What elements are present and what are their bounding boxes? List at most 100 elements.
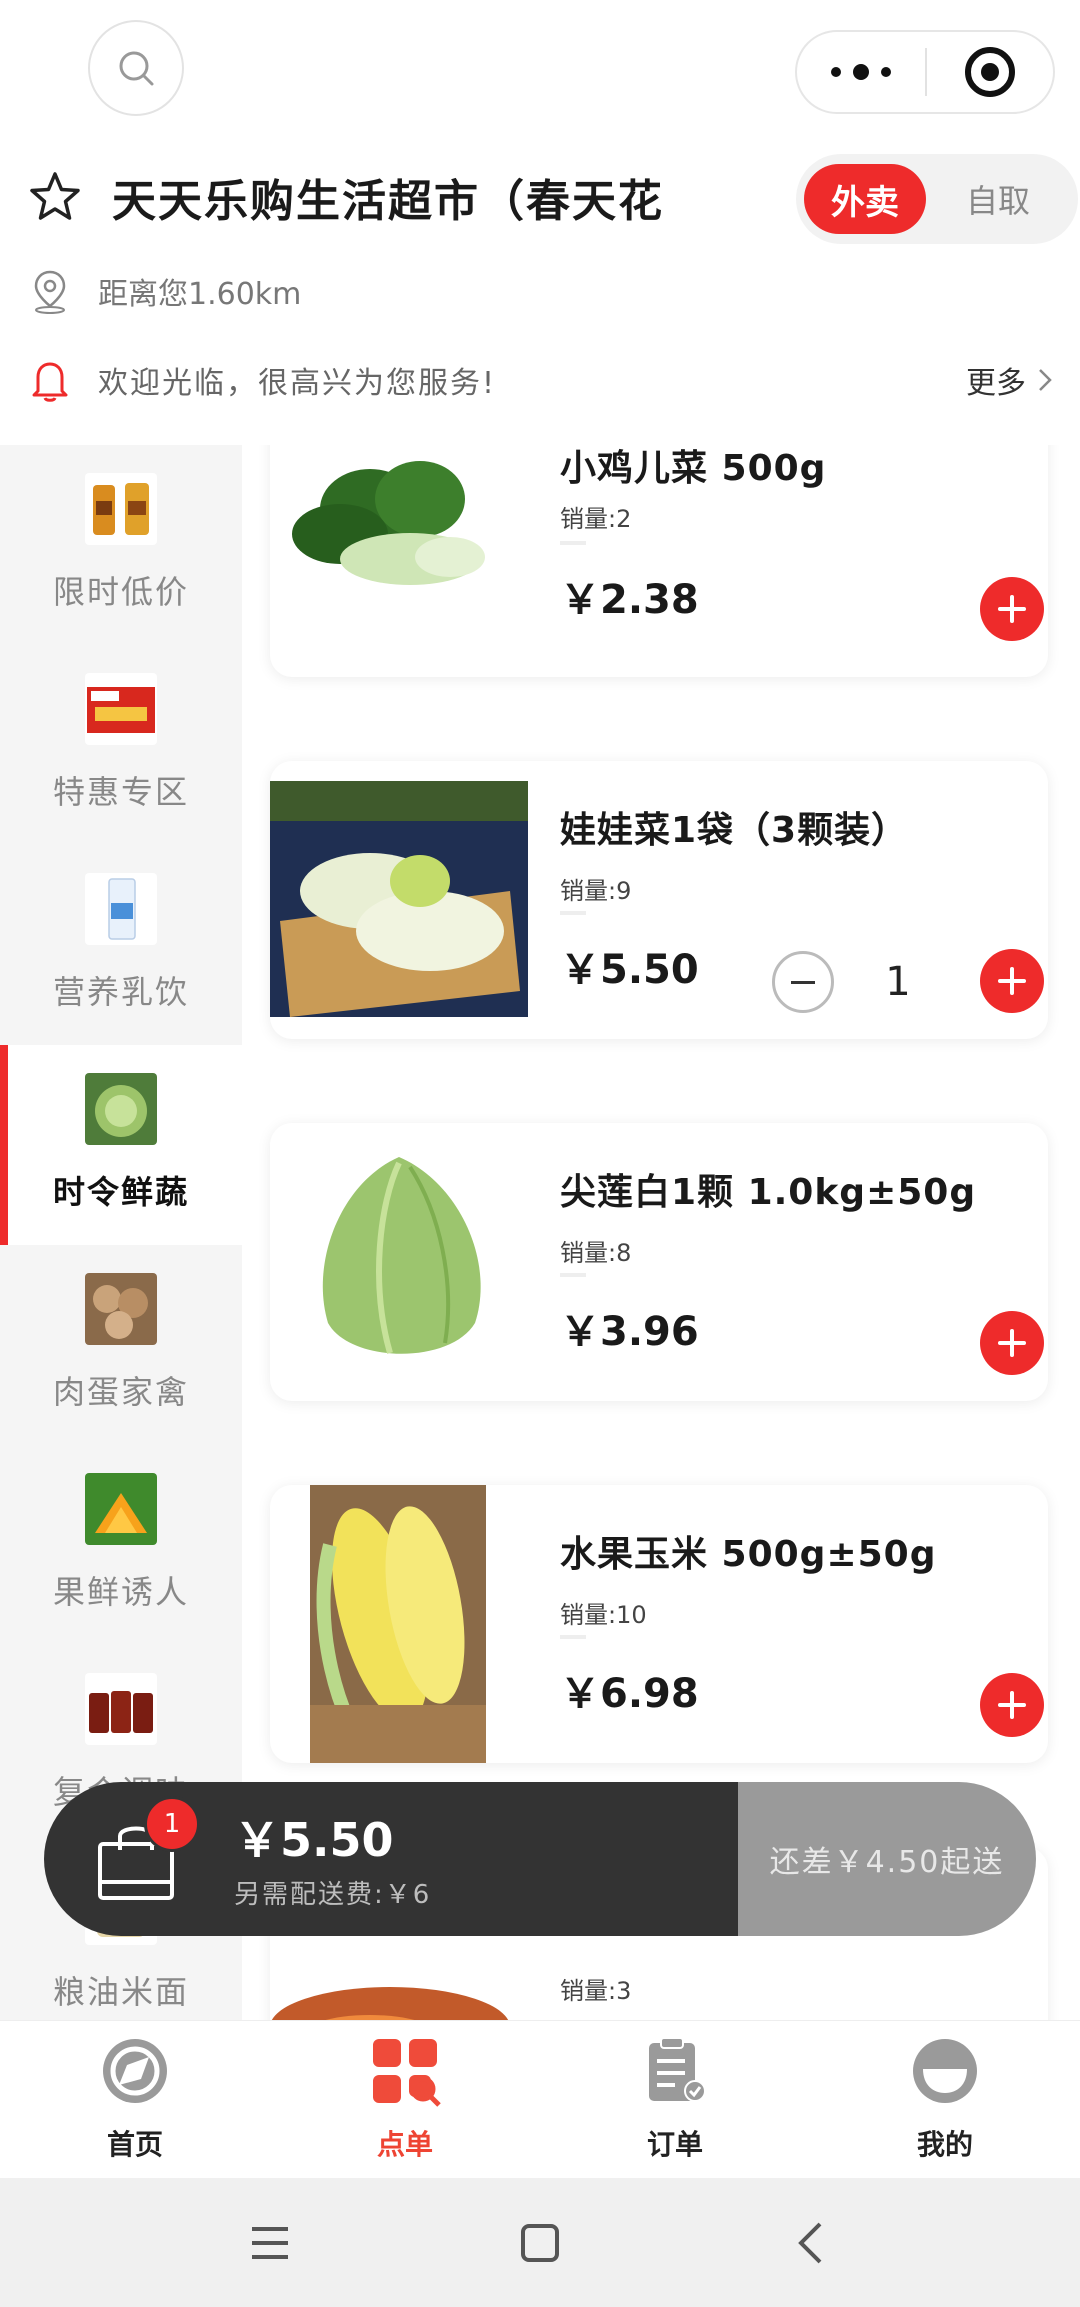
product-sales: 销量:8 — [560, 1239, 632, 1267]
category-thumbnail — [85, 1073, 157, 1145]
divider — [560, 541, 586, 545]
close-mini-program-button[interactable] — [927, 47, 1053, 97]
tab-order-menu[interactable]: 点单 — [270, 2021, 540, 2178]
product-name: 水果玉米 500g±50g — [560, 1534, 937, 1575]
product-image — [270, 781, 528, 1017]
system-menu-button[interactable] — [135, 2225, 405, 2261]
category-thumbnail — [85, 1273, 157, 1345]
category-thumbnail — [85, 1473, 157, 1545]
store-header: 天天乐购生活超市（春天花 外卖 自取 距离您1.60km 欢迎光临，很高兴为您服… — [0, 0, 1080, 445]
product-sales: 销量:10 — [560, 1601, 647, 1629]
bell-icon — [32, 362, 68, 402]
cart-count-badge: 1 — [144, 1796, 200, 1852]
product-name: 娃娃菜1袋（3颗装） — [560, 810, 909, 851]
more-options-button[interactable] — [797, 32, 925, 112]
system-navigation-bar — [0, 2178, 1080, 2307]
sidebar-item-meat-eggs[interactable]: 肉蛋家禽 — [0, 1245, 242, 1445]
category-thumbnail — [85, 673, 157, 745]
distance-row: 距离您1.60km — [30, 268, 301, 314]
location-pin-icon — [34, 270, 66, 314]
cart-summary[interactable]: ￥5.50 另需配送费:￥6 — [44, 1782, 738, 1936]
menu-icon — [252, 2226, 288, 2259]
product-price: ￥2.38 — [560, 577, 699, 623]
store-name: 天天乐购生活超市（春天花 — [112, 176, 664, 227]
distance-text: 距离您1.60km — [98, 277, 302, 312]
product-card[interactable]: 尖莲白1颗 1.0kg±50g 销量:8 ￥3.96 — [270, 1123, 1048, 1401]
product-price: ￥6.98 — [560, 1671, 699, 1717]
corn-image — [310, 1485, 486, 1763]
product-sales: 销量:3 — [560, 1977, 632, 2005]
delivery-mode-toggle[interactable]: 外卖 自取 — [796, 154, 1078, 244]
sidebar-item-fresh-fruit[interactable]: 果鲜诱人 — [0, 1445, 242, 1645]
pointed-cabbage-image — [270, 1143, 528, 1379]
bottom-tab-bar: 首页 点单 订单 我的 — [0, 2020, 1080, 2178]
sidebar-item-label: 特惠专区 — [52, 773, 189, 811]
cart-total: ￥5.50 — [234, 1813, 394, 1867]
notice-row[interactable]: 欢迎光临，很高兴为您服务! 更多 — [28, 350, 1052, 410]
tab-profile[interactable]: 我的 — [810, 2021, 1080, 2178]
notice-text: 欢迎光临，很高兴为您服务! — [98, 366, 497, 401]
mode-pickup-button[interactable]: 自取 — [926, 176, 1070, 222]
delivery-fee: 另需配送费:￥6 — [234, 1880, 432, 1910]
sidebar-item-label: 限时低价 — [52, 573, 189, 611]
category-thumbnail — [85, 1673, 157, 1745]
product-name: 尖莲白1颗 1.0kg±50g — [560, 1172, 977, 1213]
square-icon — [521, 2223, 559, 2262]
store-title-row: 天天乐购生活超市（春天花 外卖 自取 — [28, 154, 1078, 244]
quantity-value: 1 — [885, 959, 911, 1005]
add-to-cart-button[interactable] — [980, 949, 1044, 1013]
sidebar-item-dairy-drinks[interactable]: 营养乳饮 — [0, 845, 242, 1045]
minimum-order-notice: 还差￥4.50起送 — [769, 1845, 1005, 1880]
add-to-cart-button[interactable] — [980, 1673, 1044, 1737]
decrease-quantity-button[interactable] — [772, 951, 834, 1013]
divider — [560, 1635, 586, 1639]
tab-label: 点单 — [376, 2128, 433, 2161]
dot-icon — [853, 64, 869, 80]
checkout-button[interactable]: 还差￥4.50起送 — [738, 1782, 1036, 1936]
category-thumbnail — [85, 473, 157, 545]
product-image — [310, 1485, 486, 1763]
add-to-cart-button[interactable] — [980, 577, 1044, 641]
product-price: ￥5.50 — [560, 947, 699, 993]
divider — [560, 911, 586, 915]
tab-label: 首页 — [106, 2128, 163, 2161]
tab-label: 我的 — [916, 2128, 973, 2161]
product-name: 小鸡儿菜 500g — [560, 448, 827, 489]
product-card[interactable]: 水果玉米 500g±50g 销量:10 ￥6.98 — [270, 1485, 1048, 1763]
favorite-star-icon[interactable] — [28, 170, 82, 224]
sidebar-item-label: 粮油米面 — [52, 1973, 189, 2011]
sidebar-item-label: 营养乳饮 — [52, 973, 189, 1011]
chevron-right-icon — [1039, 369, 1052, 391]
tab-home[interactable]: 首页 — [0, 2021, 270, 2178]
order-menu-icon — [373, 2039, 441, 2107]
product-card[interactable]: 娃娃菜1袋（3颗装） 销量:9 ￥5.50 1 — [270, 761, 1048, 1039]
add-to-cart-button[interactable] — [980, 1311, 1044, 1375]
sidebar-item-label: 果鲜诱人 — [52, 1573, 189, 1611]
product-sales: 销量:9 — [560, 877, 632, 905]
target-icon — [965, 47, 1015, 97]
system-home-button[interactable] — [405, 2223, 675, 2263]
sidebar-item-label: 肉蛋家禽 — [52, 1373, 189, 1411]
sidebar-item-label: 时令鲜蔬 — [52, 1173, 189, 1211]
category-thumbnail — [85, 873, 157, 945]
dot-icon — [831, 67, 841, 77]
sidebar-item-special-deals[interactable]: 特惠专区 — [0, 645, 242, 845]
napa-cabbage-image — [270, 781, 528, 1017]
search-icon — [119, 51, 154, 86]
tab-label: 订单 — [646, 2128, 703, 2161]
sidebar-item-seasonal-vegetables[interactable]: 时令鲜蔬 — [0, 1045, 242, 1245]
profile-icon — [913, 2039, 977, 2103]
system-back-button[interactable] — [675, 2221, 945, 2265]
dot-icon — [881, 67, 891, 77]
sidebar-item-limited-price[interactable]: 限时低价 — [0, 445, 242, 645]
tab-orders[interactable]: 订单 — [540, 2021, 810, 2178]
product-image — [270, 445, 528, 675]
notice-more-label: 更多 — [966, 366, 1026, 401]
mode-delivery-button[interactable]: 外卖 — [804, 164, 926, 234]
product-card[interactable]: 小鸡儿菜 500g 销量:2 ￥2.38 — [270, 445, 1048, 677]
product-sales: 销量:2 — [560, 505, 632, 533]
notice-more-link[interactable]: 更多 — [966, 358, 1052, 402]
bok-choy-image — [270, 445, 528, 639]
divider — [560, 1273, 586, 1277]
search-button[interactable] — [88, 20, 184, 116]
